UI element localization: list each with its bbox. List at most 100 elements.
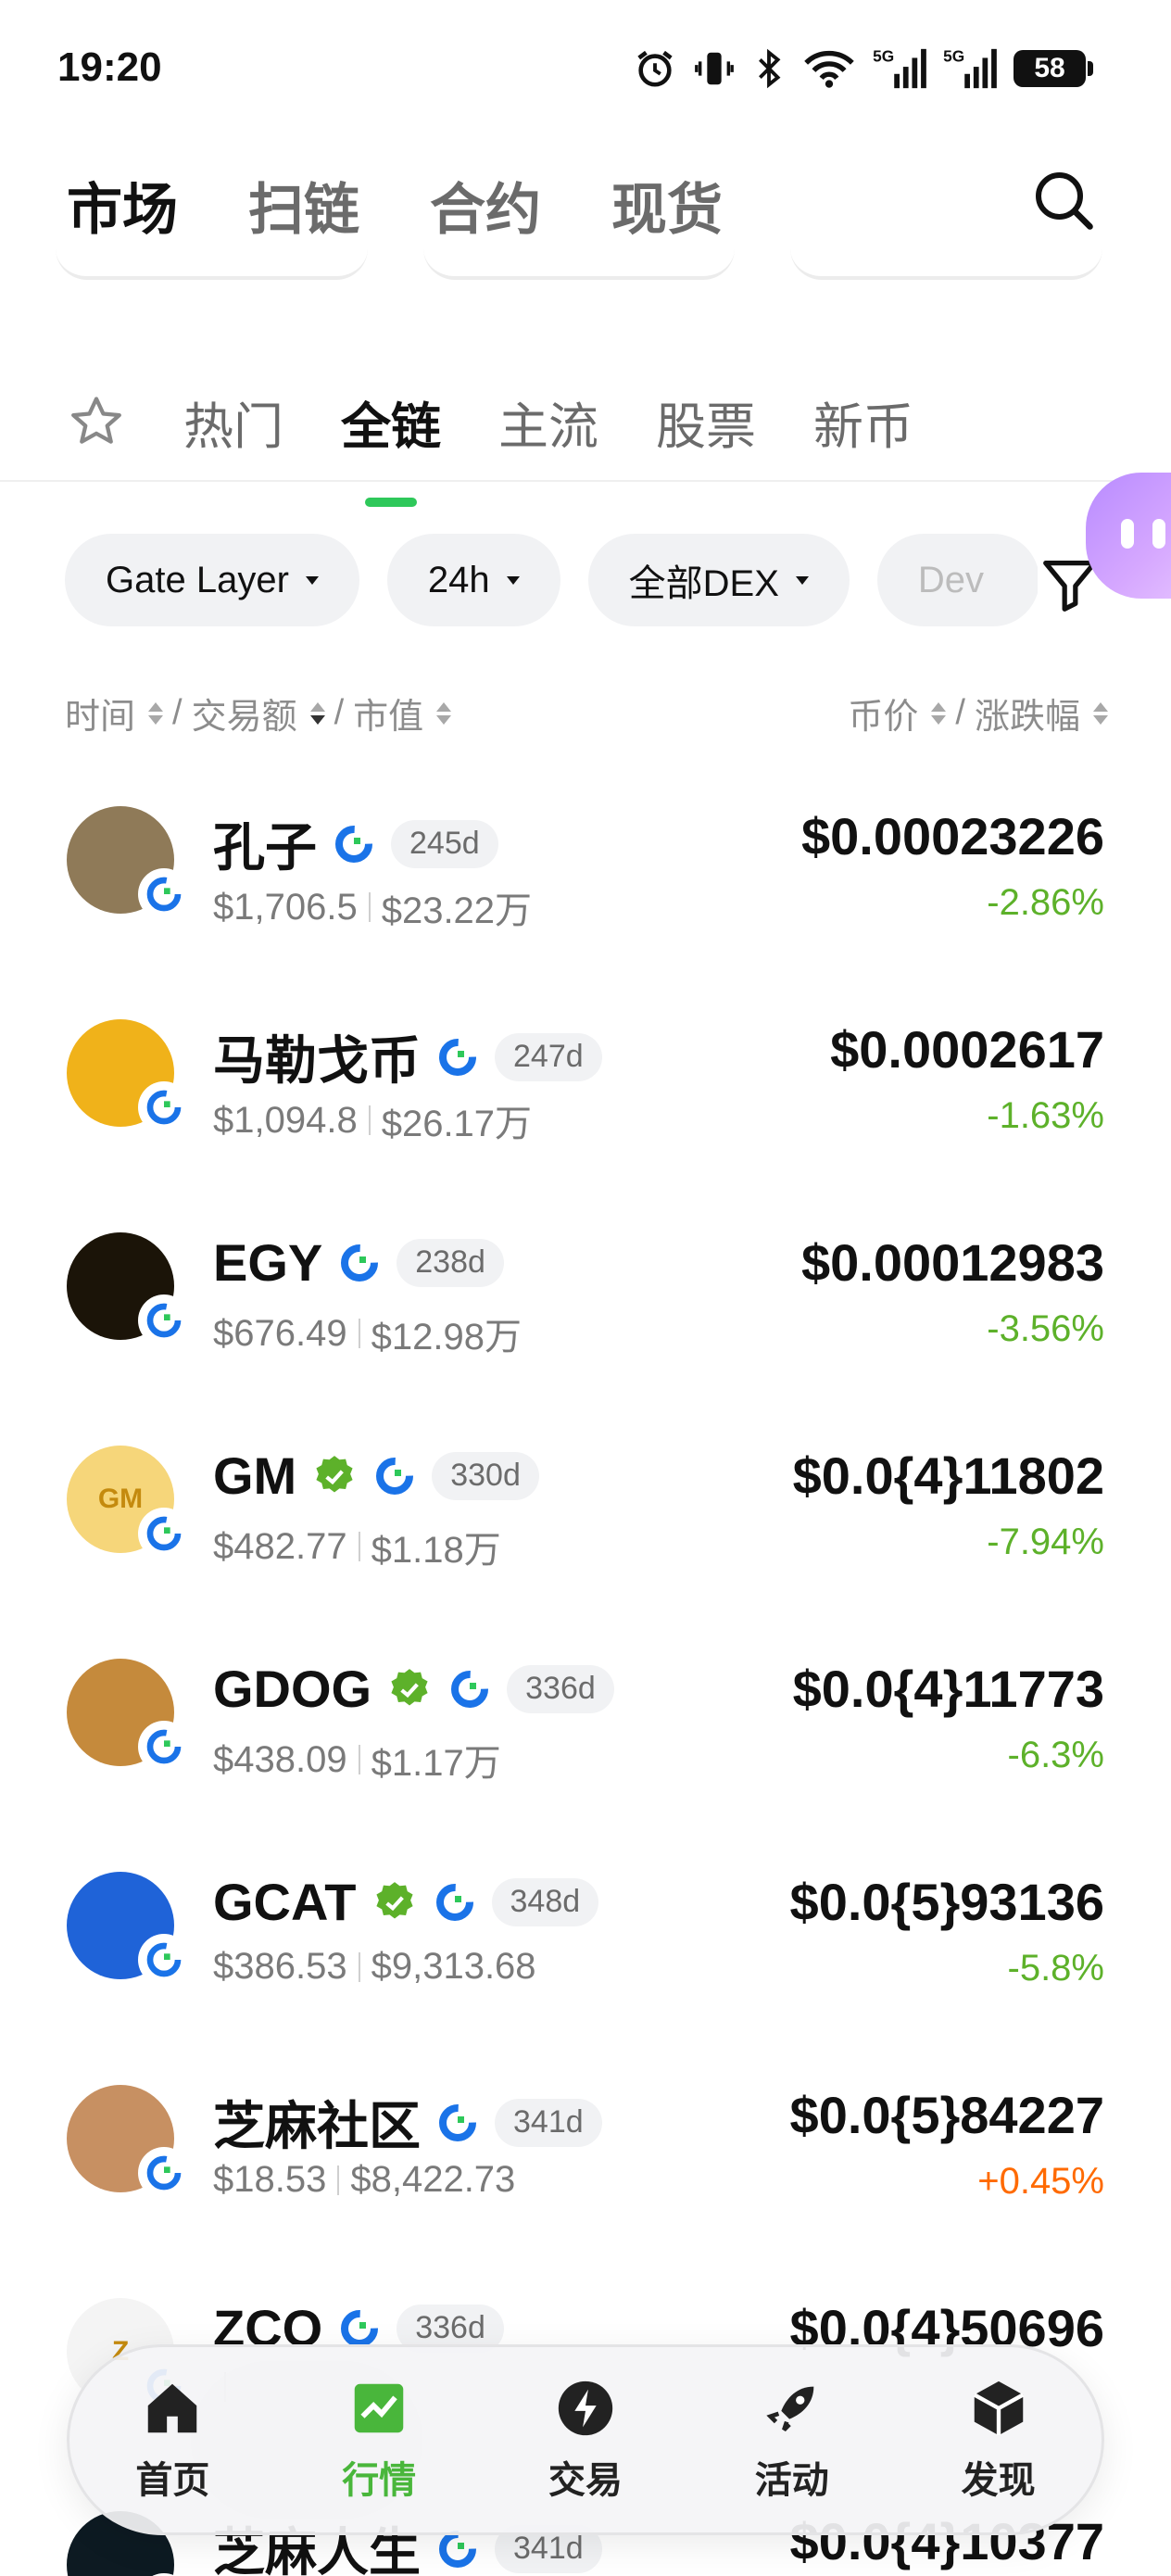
- token-market-cap: $9,313.68: [371, 1946, 536, 1987]
- token-market-cap: $1.18万: [371, 1530, 501, 1571]
- separator: /: [955, 693, 965, 732]
- signal-5g-icon: 5G: [873, 46, 926, 89]
- sort-arrows-icon[interactable]: [148, 701, 164, 725]
- top-tab-scan[interactable]: 扫链: [248, 165, 359, 246]
- sort-mcap[interactable]: 市值: [353, 688, 423, 739]
- sub-tab-stocks[interactable]: 股票: [656, 385, 756, 459]
- token-age-badge: 238d: [397, 1238, 504, 1287]
- nav-market[interactable]: 行情: [276, 2347, 483, 2532]
- top-tab-spot[interactable]: 现货: [611, 165, 723, 246]
- token-row[interactable]: GCAT 348d $386.53 $9,313.68 $0.0{5}93136…: [0, 1835, 1171, 2001]
- token-change: +0.45%: [977, 2161, 1104, 2202]
- token-name: 芝麻社区: [213, 2097, 421, 2155]
- verified-badge-icon: [316, 1455, 353, 1492]
- dex-filter-dropdown[interactable]: 全部DEX: [587, 534, 850, 626]
- token-volume: $676.49: [213, 1312, 347, 1354]
- stats-divider: [358, 1319, 360, 1348]
- token-price: $0.00023226: [800, 807, 1104, 865]
- token-stats: $1,094.8 $26.17万: [213, 1093, 532, 1147]
- token-name: 孔子: [213, 818, 317, 877]
- sort-price[interactable]: 币价: [848, 688, 918, 739]
- period-filter-label: 24h: [427, 559, 490, 600]
- sort-arrows-icon[interactable]: [436, 701, 452, 725]
- search-icon[interactable]: [1030, 167, 1097, 234]
- nav-activity[interactable]: 活动: [688, 2347, 895, 2532]
- token-row[interactable]: EGY 238d $676.49 $12.98万 $0.00012983 -3.…: [0, 1195, 1171, 1362]
- trade-bolt-icon: [558, 2380, 613, 2436]
- nav-discover-label: 发现: [961, 2460, 1036, 2501]
- token-price: $0.0{5}93136: [789, 1873, 1104, 1931]
- token-market-cap: $1.17万: [371, 1743, 501, 1784]
- token-price: $0.0002617: [830, 1020, 1104, 1079]
- sort-change[interactable]: 涨跌幅: [975, 688, 1080, 739]
- token-price: $0.00012983: [800, 1233, 1104, 1292]
- nav-home[interactable]: 首页: [69, 2347, 276, 2532]
- chain-filter-dropdown[interactable]: Gate Layer: [65, 534, 359, 626]
- token-age-badge: 336d: [507, 1664, 614, 1713]
- sub-tab-all-chain[interactable]: 全链: [341, 385, 441, 507]
- nav-discover[interactable]: 发现: [895, 2347, 1102, 2532]
- token-name: GDOG: [213, 1660, 372, 1718]
- token-volume: $18.53: [213, 2159, 327, 2200]
- token-stats: $438.09 $1.17万: [213, 1733, 501, 1787]
- market-chart-icon: [354, 2383, 404, 2433]
- token-row[interactable]: 马勒戈币 247d $1,094.8 $26.17万 $0.0002617 -1…: [0, 982, 1171, 1149]
- token-price: $0.0{4}11773: [792, 1660, 1104, 1718]
- token-age-badge: 245d: [391, 819, 498, 868]
- stats-divider: [358, 1532, 360, 1561]
- token-stats: $482.77 $1.18万: [213, 1520, 501, 1573]
- list-column-header: 时间 / 交易额 / 市值 币价 / 涨跌幅: [65, 688, 1108, 743]
- chain-logo-icon: [141, 1937, 187, 1983]
- period-filter-dropdown[interactable]: 24h: [386, 534, 560, 626]
- chain-logo-icon: [141, 1724, 187, 1770]
- top-tab-market[interactable]: 市场: [67, 165, 178, 246]
- divider: [0, 480, 1171, 482]
- dex-filter-label: 全部DEX: [628, 563, 779, 604]
- token-row[interactable]: 孔子 245d $1,706.5 $23.22万 $0.00023226 -2.…: [0, 769, 1171, 936]
- token-row[interactable]: 芝麻社区 341d $18.53 $8,422.73 $0.0{5}84227 …: [0, 2048, 1171, 2215]
- token-row[interactable]: GDOG 336d $438.09 $1.17万 $0.0{4}11773 -6…: [0, 1622, 1171, 1788]
- banner-edge: [56, 248, 1103, 285]
- gate-layer-chain-icon: [435, 1883, 473, 1921]
- token-row[interactable]: GM GM 330d $482.77 $1.18万 $0.0{4}11802 -…: [0, 1408, 1171, 1575]
- token-change: -5.8%: [1007, 1948, 1105, 1989]
- verified-badge-icon: [375, 1881, 413, 1918]
- stats-divider: [358, 1745, 360, 1774]
- token-name-line: 马勒戈币 247d: [213, 1019, 602, 1094]
- token-age-badge: 330d: [432, 1451, 539, 1500]
- home-icon: [148, 2383, 197, 2433]
- filter-bar: Gate Layer 24h 全部DEX Dev: [65, 534, 1040, 626]
- chain-logo-icon: [141, 1297, 187, 1344]
- separator: /: [334, 693, 345, 732]
- sub-tab-hot[interactable]: 热门: [183, 385, 283, 459]
- sort-arrows-icon[interactable]: [931, 701, 947, 725]
- token-change: -6.3%: [1007, 1735, 1105, 1775]
- dev-filter-chip[interactable]: Dev: [876, 534, 1040, 626]
- sort-arrows-icon[interactable]: [309, 701, 325, 725]
- gate-layer-chain-icon: [376, 1457, 414, 1495]
- token-age-badge: 348d: [491, 1877, 599, 1926]
- chain-logo-icon: [141, 871, 187, 917]
- sort-arrows-icon[interactable]: [1093, 701, 1108, 725]
- top-tab-contract[interactable]: 合约: [430, 165, 541, 246]
- sort-volume[interactable]: 交易额: [192, 688, 297, 739]
- stats-divider: [368, 892, 371, 922]
- token-price: $0.0{4}11802: [792, 1446, 1104, 1505]
- sub-tab-mainstream[interactable]: 主流: [498, 385, 598, 459]
- activity-rocket-icon: [766, 2386, 814, 2431]
- bluetooth-icon: [759, 48, 781, 89]
- nav-trade[interactable]: 交易: [483, 2347, 689, 2532]
- sub-tab-new-coins[interactable]: 新币: [813, 385, 913, 459]
- status-time: 19:20: [57, 44, 162, 90]
- token-name: GCAT: [213, 1873, 357, 1931]
- favorites-star-icon[interactable]: [67, 392, 126, 451]
- sort-time[interactable]: 时间: [65, 688, 135, 739]
- nav-trade-label: 交易: [548, 2460, 623, 2501]
- token-volume: $482.77: [213, 1525, 347, 1567]
- gate-layer-chain-icon: [439, 1038, 476, 1076]
- token-name-line: 孔子 245d: [213, 806, 498, 881]
- chain-filter-label: Gate Layer: [106, 559, 289, 600]
- token-change: -7.94%: [987, 1522, 1104, 1562]
- wifi-icon: [804, 50, 854, 88]
- svg-text:5G: 5G: [873, 46, 894, 65]
